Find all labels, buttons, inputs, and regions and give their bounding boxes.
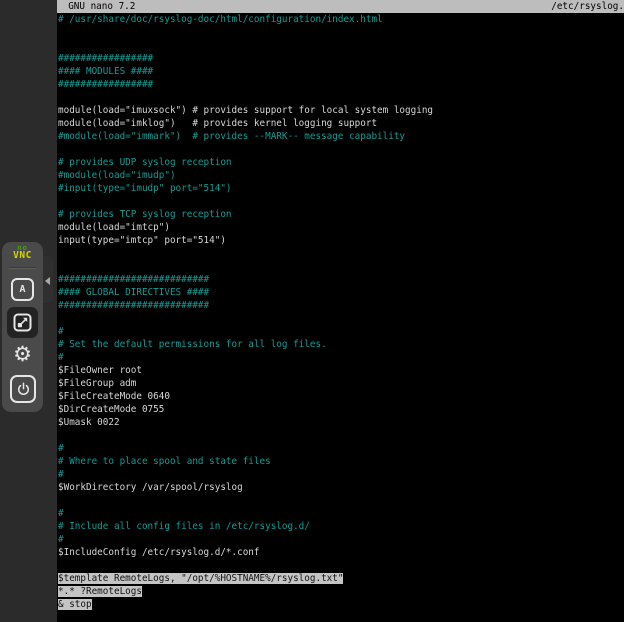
disconnect-button[interactable] [10,375,36,403]
editor-line [58,195,624,208]
editor-line: module(load="imklog") # provides kernel … [58,117,624,130]
editor-line: #module(load="imudp") [58,169,624,182]
editor-line [58,559,624,572]
nano-terminal[interactable]: GNU nano 7.2 /etc/rsyslog. # /usr/share/… [57,0,624,622]
editor-line [58,260,624,273]
settings-button[interactable]: ⚙ [11,341,34,367]
editor-line [58,312,624,325]
editor-line: # provides UDP syslog reception [58,156,624,169]
editor-line: $template RemoteLogs, "/opt/%HOSTNAME%/r… [58,572,624,585]
clipboard-a-icon: A [19,285,25,295]
editor-line: # Where to place spool and state files [58,455,624,468]
editor-line: #### MODULES #### [58,65,624,78]
editor-line: $FileCreateMode 0640 [58,390,624,403]
nano-version-label: GNU nano 7.2 [57,0,135,13]
editor-line: $IncludeConfig /etc/rsyslog.d/*.conf [58,546,624,559]
editor-line: #input(type="imudp" port="514") [58,182,624,195]
editor-line: #module(load="immark") # provides --MARK… [58,130,624,143]
nano-titlebar: GNU nano 7.2 /etc/rsyslog. [57,0,624,13]
vnc-screen: GNU nano 7.2 /etc/rsyslog. # /usr/share/… [0,0,624,622]
editor-line: $FileOwner root [58,364,624,377]
editor-line [58,91,624,104]
editor-line: $WorkDirectory /var/spool/rsyslog [58,481,624,494]
editor-line: & stop [58,598,624,611]
editor-line: # [58,507,624,520]
editor-line: # [58,325,624,338]
fullscreen-icon [13,313,32,332]
power-icon [16,382,31,397]
editor-line: ########################### [58,299,624,312]
editor-line [58,247,624,260]
collapse-arrow-icon [45,277,50,285]
editor-line: # /usr/share/doc/rsyslog-doc/html/config… [58,13,624,26]
editor-line: # Include all config files in /etc/rsysl… [58,520,624,533]
editor-line: $FileGroup adm [58,377,624,390]
editor-line: # provides TCP syslog reception [58,208,624,221]
editor-line: module(load="imuxsock") # provides suppo… [58,104,624,117]
editor-line: # [58,533,624,546]
editor-line [58,143,624,156]
editor-line: input(type="imtcp" port="514") [58,234,624,247]
editor-line: #### GLOBAL DIRECTIVES #### [58,286,624,299]
editor-line: # [58,468,624,481]
editor-line: ################# [58,52,624,65]
editor-line: # [58,351,624,364]
clipboard-button[interactable]: A [11,278,34,301]
gear-icon: ⚙ [13,344,32,365]
novnc-logo: no VNC [2,245,43,259]
editor-line [58,26,624,39]
editor-line: ########################### [58,273,624,286]
editor-line [58,39,624,52]
editor-line: $DirCreateMode 0755 [58,403,624,416]
editor-line: # Set the default permissions for all lo… [58,338,624,351]
editor-line: *.* ?RemoteLogs [58,585,624,598]
editor-line: $Umask 0022 [58,416,624,429]
fullscreen-button[interactable] [7,307,38,338]
editor-content[interactable]: # /usr/share/doc/rsyslog-doc/html/config… [58,13,624,622]
nano-filename-label: /etc/rsyslog. [551,0,624,13]
novnc-control-bar: no VNC A ⚙ [2,242,43,412]
sidebar-divider [9,267,36,269]
editor-line [58,429,624,442]
editor-line: module(load="imtcp") [58,221,624,234]
novnc-logo-vnc: VNC [2,252,43,259]
editor-line [58,494,624,507]
editor-line: # [58,442,624,455]
control-bar-handle[interactable] [43,256,53,303]
editor-line: ################# [58,78,624,91]
